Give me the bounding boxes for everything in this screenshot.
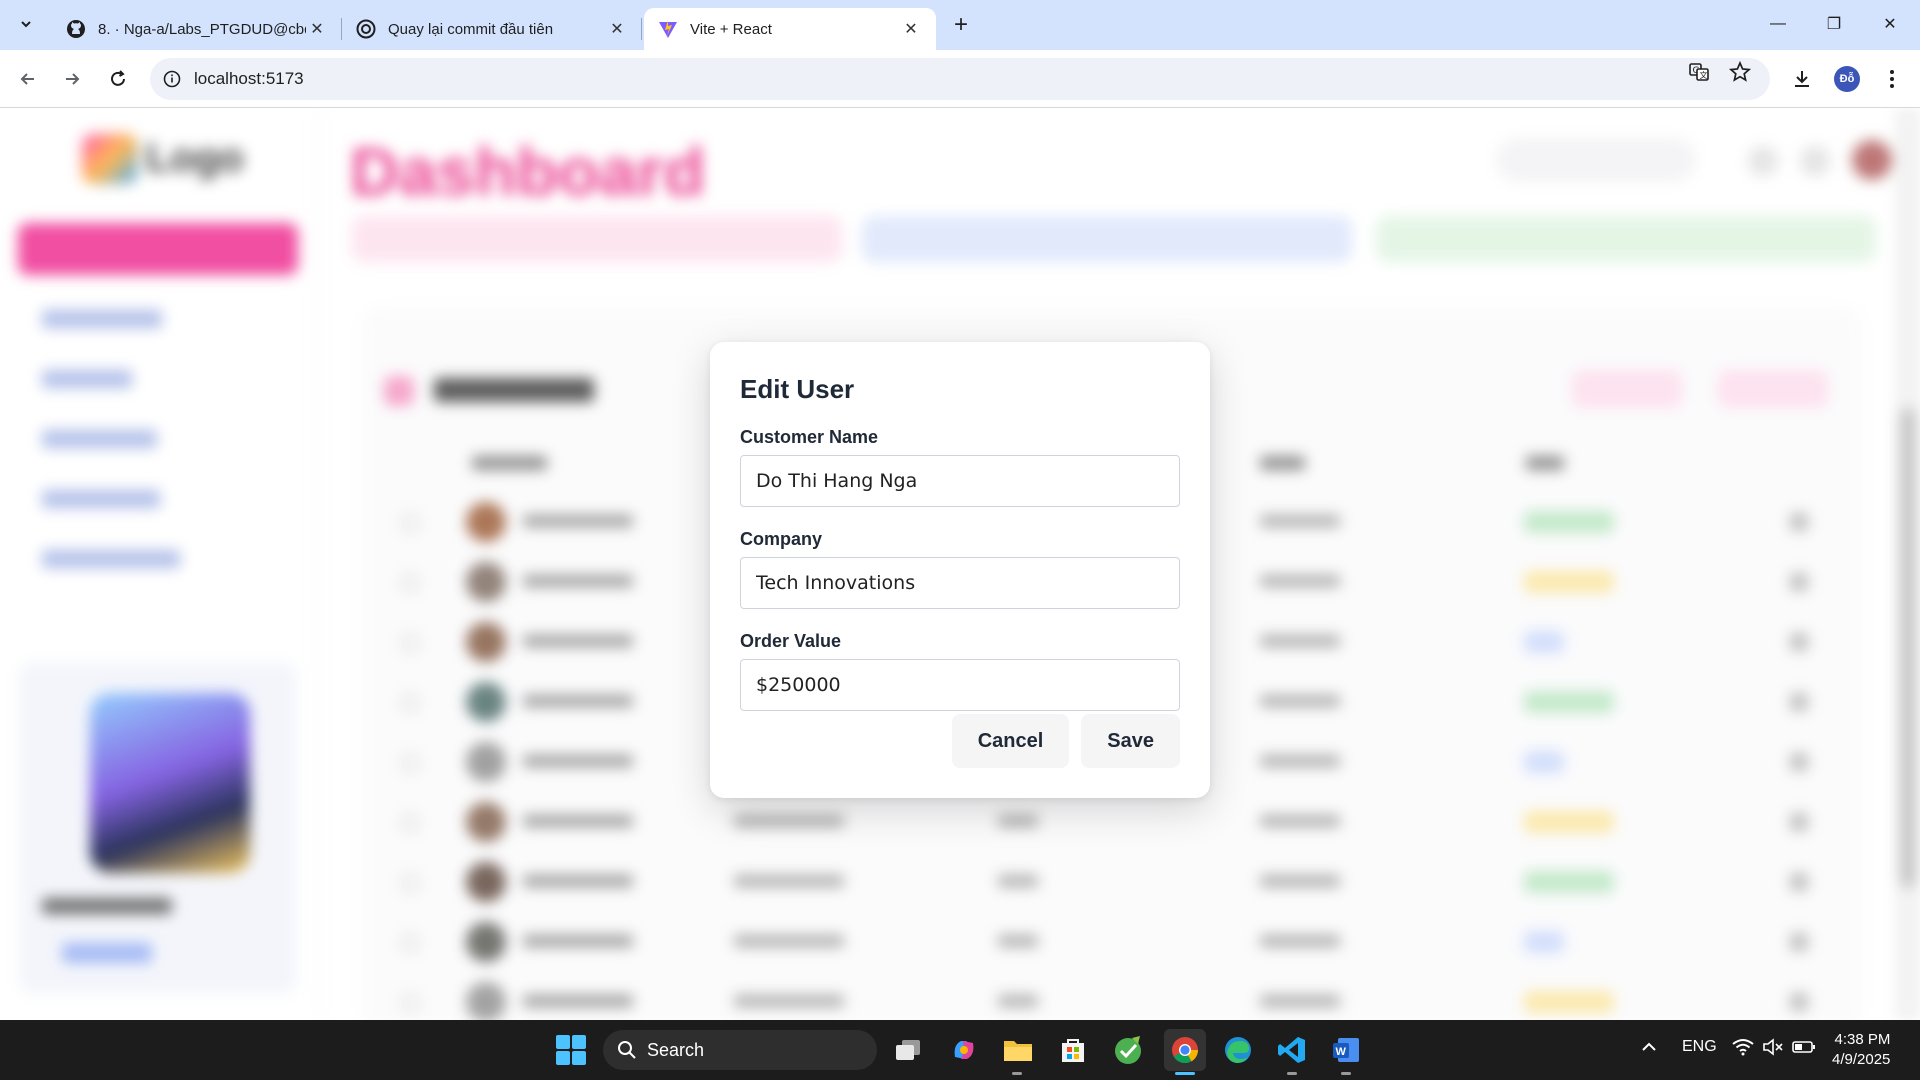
taskbar-search-label: Search [647,1039,705,1060]
green-app-icon [1115,1036,1141,1064]
search-icon [618,1041,636,1059]
browser-toolbar: localhost:5173 G文 [0,50,1920,108]
task-view-icon [896,1040,920,1060]
bookmark-star-icon[interactable] [1727,59,1753,85]
microsoft-store-button[interactable] [1055,1032,1091,1068]
file-explorer-button[interactable] [1000,1032,1036,1068]
tab-close-button[interactable]: ✕ [900,18,922,40]
clock-date: 4/9/2025 [1832,1051,1891,1068]
close-icon: ✕ [610,21,624,38]
download-icon [1795,71,1809,87]
tray-overflow-button[interactable] [1640,1038,1658,1061]
chrome-icon [1172,1037,1199,1064]
browser-tab-strip: 8. · Nga-a/Labs_PTGDUD@cbd8 ✕ Quay lại c… [0,0,1920,50]
tab-close-button[interactable]: ✕ [606,18,628,40]
taskbar-clock[interactable]: 4:38 PM 4/9/2025 [1832,1030,1890,1070]
tab-github[interactable]: 8. · Nga-a/Labs_PTGDUD@cbd8 ✕ [52,8,342,50]
new-tab-button[interactable]: + [946,10,976,40]
folder-icon [1004,1041,1032,1061]
close-window-button[interactable]: ✕ [1870,6,1910,42]
tab-search-button[interactable] [10,8,42,40]
chevron-down-icon [21,21,31,28]
close-icon: ✕ [310,21,324,38]
close-icon: ✕ [904,21,918,38]
close-icon: ✕ [1883,16,1897,33]
minimize-button[interactable]: — [1758,6,1798,42]
tab-chatgpt[interactable]: Quay lại commit đầu tiên ✕ [342,8,642,50]
word-icon: W [1333,1038,1359,1062]
svg-text:W: W [1336,1046,1347,1058]
tab-vite-react[interactable]: Vite + React ✕ [644,8,936,50]
modal-title: Edit User [740,374,855,404]
chrome-button[interactable] [1164,1029,1206,1071]
tab-close-button[interactable]: ✕ [306,18,328,40]
save-button[interactable]: Save [1081,714,1180,768]
vscode-icon [1278,1037,1305,1063]
modal-actions: Cancel Save [951,714,1180,768]
site-info-icon[interactable] [150,70,194,88]
address-bar[interactable]: localhost:5173 [150,58,1770,100]
openai-icon [356,19,376,39]
order-value-input[interactable] [740,659,1180,711]
back-button[interactable] [12,63,44,95]
downloads-button[interactable] [1786,63,1818,95]
word-button[interactable]: W [1328,1032,1364,1068]
wifi-icon[interactable] [1732,1038,1754,1061]
reload-icon [111,70,125,86]
company-label: Company [740,529,823,549]
company-input[interactable] [740,557,1180,609]
copilot-icon [954,1041,974,1059]
app-button[interactable] [1110,1032,1146,1068]
customer-name-input[interactable] [740,455,1180,507]
arrow-right-icon [66,73,80,85]
copilot-button[interactable] [946,1032,982,1068]
windows-start-button[interactable] [556,1035,586,1065]
translate-icon[interactable]: G文 [1686,59,1712,85]
plus-icon: + [953,11,968,38]
chevron-up-icon [1642,1042,1656,1051]
forward-button[interactable] [56,63,88,95]
url-text: localhost:5173 [194,69,304,88]
svg-text:文: 文 [1700,70,1708,80]
browser-menu-button[interactable] [1876,63,1908,95]
language-indicator[interactable]: ENG [1682,1038,1717,1056]
taskbar-search[interactable]: Search [603,1030,877,1070]
reload-button[interactable] [102,63,134,95]
customer-name-label: Customer Name [740,427,879,447]
vite-icon [659,20,677,38]
restore-icon: ❐ [1826,16,1842,33]
volume-muted-icon[interactable] [1762,1038,1784,1061]
minimize-icon: — [1770,15,1786,32]
profile-avatar[interactable]: Đỗ [1834,66,1860,92]
restore-button[interactable]: ❐ [1814,6,1854,42]
windows-taskbar: Search W ENG 4:38 PM 4/9/2025 [0,1020,1920,1080]
arrow-left-icon [20,73,34,85]
more-vertical-icon [1890,70,1894,88]
cancel-button[interactable]: Cancel [951,714,1070,768]
edge-icon [1225,1037,1251,1063]
tab-title: Quay lại commit đầu tiên [388,20,554,38]
tab-title: Vite + React [690,20,772,38]
page-viewport: Logo Dashboard Edit User Customer Name D… [0,108,1920,1020]
windows-logo-icon [556,1035,570,1049]
battery-icon[interactable] [1792,1038,1816,1061]
vscode-button[interactable] [1274,1032,1310,1068]
store-icon [1062,1039,1084,1062]
order-value-label: Order Value [740,631,842,651]
clock-time: 4:38 PM [1834,1031,1891,1048]
edge-button[interactable] [1220,1032,1256,1068]
tab-title: 8. · Nga-a/Labs_PTGDUD@cbd8 [98,20,306,38]
edit-user-modal: Edit User Customer Name Company Order Va… [710,342,1210,798]
github-icon [67,20,85,38]
task-view-button[interactable] [890,1032,926,1068]
